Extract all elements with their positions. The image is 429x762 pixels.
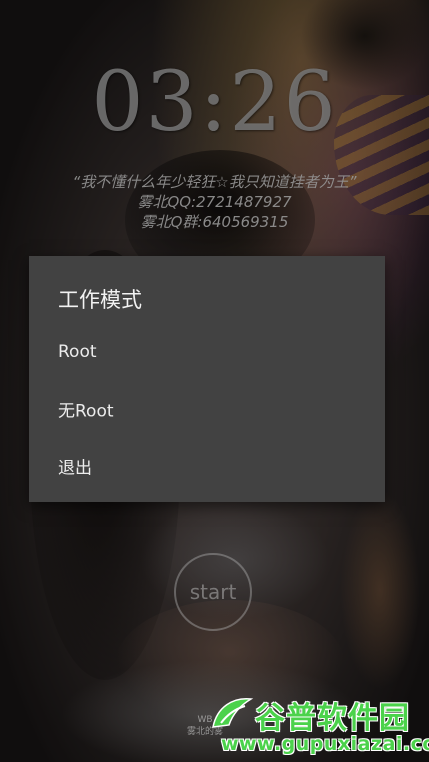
gupu-logo-icon [212, 698, 254, 728]
work-mode-dialog: 工作模式 Root 无Root 退出 [29, 256, 385, 502]
app-screen: 03:26 “我不懂什么年少轻狂☆我只知道挂者为王” 雾北QQ:27214879… [0, 0, 429, 762]
author-group-text: 雾北Q群:640569315 [140, 213, 289, 231]
mode-option-no-root[interactable]: 无Root [29, 381, 385, 437]
mode-option-no-root-label: 无Root [58, 401, 114, 422]
mode-option-root-label: Root [58, 342, 97, 362]
clock-display: 03:26 [91, 55, 338, 150]
slogan-text: “我不懂什么年少轻狂☆我只知道挂者为王” [72, 173, 357, 191]
site-watermark: 谷普软件园 www.gupuxiazai.com [207, 693, 429, 759]
watermark-url: www.gupuxiazai.com [221, 733, 429, 755]
dialog-title: 工作模式 [58, 288, 142, 312]
start-button[interactable]: start [174, 553, 252, 631]
start-button-label: start [189, 580, 237, 604]
watermark-title: 谷普软件园 [255, 701, 410, 736]
mode-option-exit-label: 退出 [58, 458, 92, 479]
mode-option-root[interactable]: Root [29, 324, 385, 380]
mode-option-exit[interactable]: 退出 [29, 438, 385, 494]
author-qq-text: 雾北QQ:2721487927 [137, 193, 292, 211]
author-info: “我不懂什么年少轻狂☆我只知道挂者为王” 雾北QQ:2721487927 雾北Q… [0, 172, 429, 232]
